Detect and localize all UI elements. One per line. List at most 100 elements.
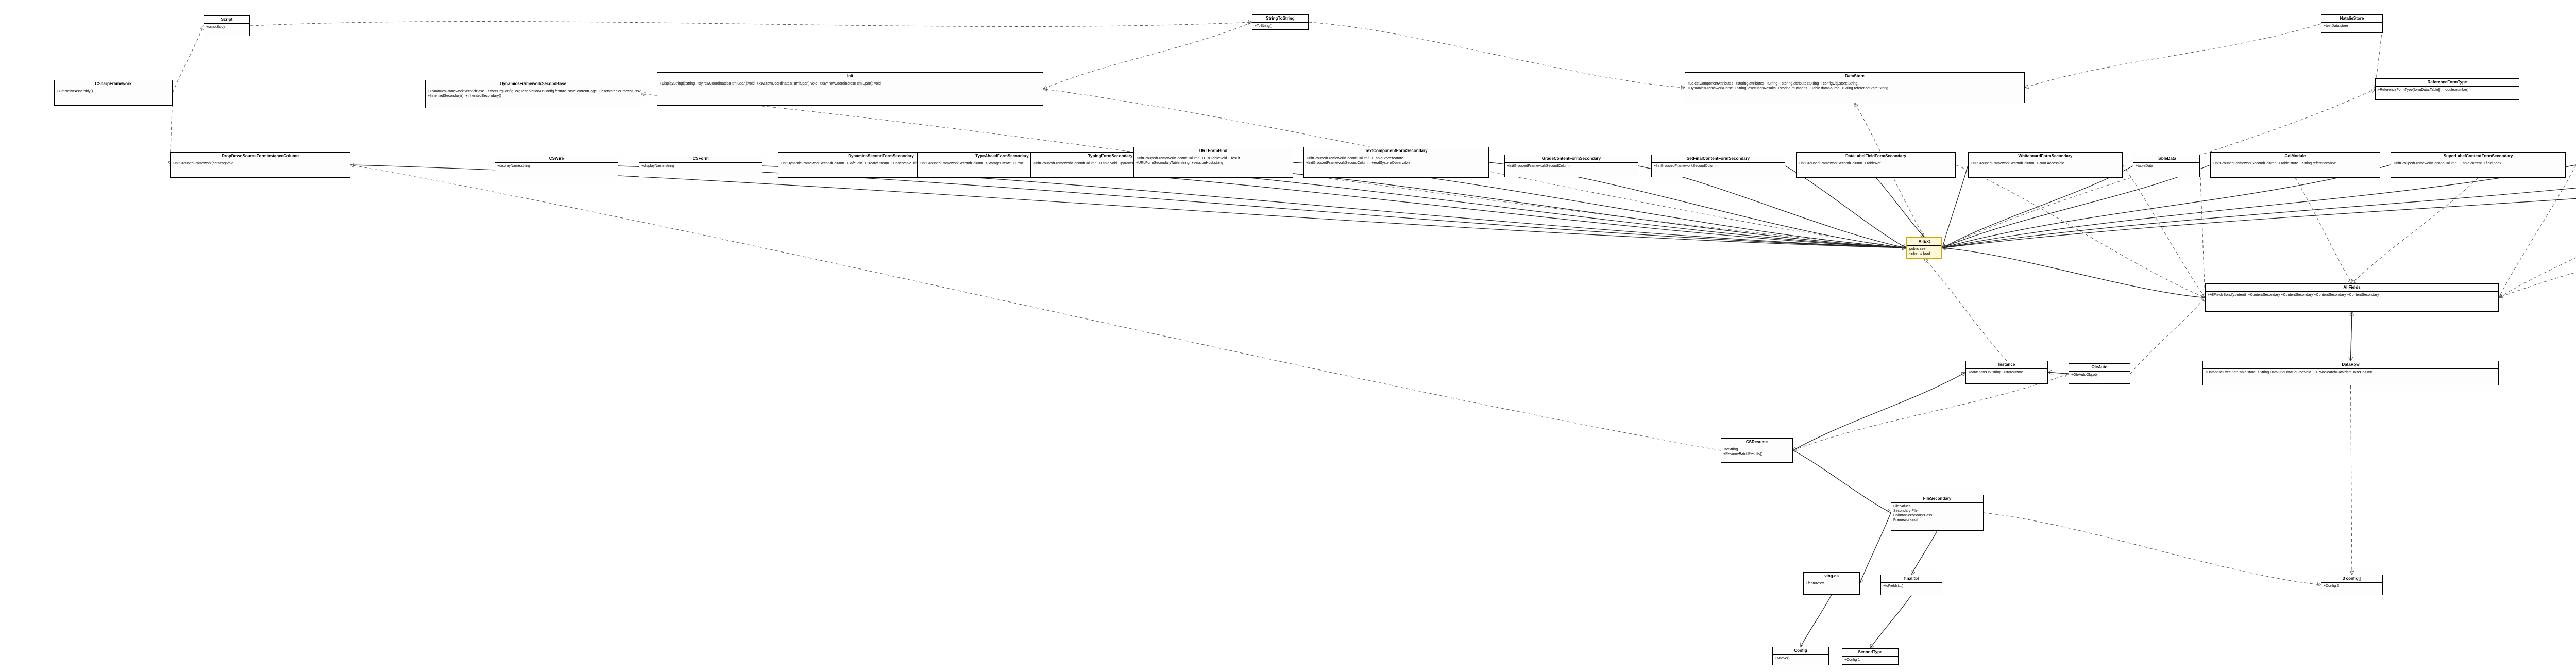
class-members: +DatabaseExecutor:Table.store +String.Da… [2203,369,2498,376]
uml-class-table-data[interactable]: TableData+tableData [2133,155,2200,177]
class-title: SuperLabelContentFormSecondary [2391,153,2565,160]
uml-class-setfinal-fi[interactable]: SetFinalContentFormSecondary+InitGrouped… [1651,155,1785,177]
class-members: +GetNativeAssembly() [55,88,172,95]
edge [2123,165,2205,298]
edge [1793,374,2069,450]
class-members: +ReferenceFormType(formData:Table[], mod… [2376,87,2519,93]
uml-class-text-comp-fi[interactable]: TextComponentFormSecondary+InitGroupedFr… [1303,147,1489,178]
edge-layer [0,0,2576,672]
edge [1870,595,1911,648]
uml-class-instance[interactable]: Instance+dataStoreObj:string +storeName [1965,361,2048,384]
class-title: ColModule [2211,153,2380,160]
edge [1793,450,1891,513]
class-title: OleAuto [2069,364,2130,372]
class-title: SetFinalContentFormSecondary [1652,155,1785,163]
edge [2025,24,2321,88]
uml-class-grade-fi[interactable]: GradeContentFormSecondary+InitGroupedFra… [1504,155,1638,177]
edge [1942,166,2133,248]
class-members: +ToString() [1252,23,1308,29]
edge [1309,22,1685,88]
class-members: +feature:ex [1804,580,1859,587]
uml-class-dynamics-framework[interactable]: DynamicsFrameworkSecondBase+DynamicsFram… [425,80,641,108]
edge [250,22,1252,27]
uml-class-datastore[interactable]: DataStore+SelectComponentAttributes +sto… [1685,72,2025,103]
edge [1876,178,1924,237]
class-title: CSForm [639,155,762,163]
uml-class-datalabel-fi[interactable]: DataLabelFieldFormSecondary+InitGroupedF… [1796,152,1956,178]
class-title: DropDownSourceFormInstanceColumn [171,153,350,160]
uml-class-superlabel-fi[interactable]: SuperLabelContentFormSecondary+InitGroup… [2391,152,2566,178]
uml-class-final-tbl[interactable]: final.tbl+toFields(...) [1880,575,1942,595]
class-title: FileSecondary [1891,495,1983,503]
uml-class-init[interactable]: Init+DisplayString():string +xy.rawCoord… [657,72,1043,106]
edge [2295,178,2352,283]
uml-class-helper1[interactable]: ving.cs+feature:ex [1803,572,1860,595]
edge [2352,178,2478,283]
edge [1638,166,1906,248]
class-title: Init [657,73,1043,80]
edge [762,166,1906,248]
uml-class-allfields[interactable]: AllFields+AllFieldsBond(content) +Conten… [2205,283,2499,312]
uml-class-whiteboard-fi[interactable]: WhiteboardFormSecondary+InitGroupedFrame… [1968,152,2123,178]
class-title: final.tbl [1881,575,1942,583]
uml-class-bottom-left[interactable]: Config+Native() [1772,647,1829,665]
class-title: WhiteboardFormSecondary [1969,153,2122,160]
class-members: +displayName:string [495,163,618,170]
class-members: +Config 3 [2321,583,2382,590]
edge [1043,22,1252,89]
class-members: +tableData [2133,163,2199,170]
class-title: CSWire [495,155,618,163]
class-title: DynamicsFrameworkSecondBase [426,80,641,88]
edge [173,26,204,93]
uml-class-topleft[interactable]: Script+scriptBody [204,15,250,36]
uml-class-csharp-framework[interactable]: CSharpFramework+GetNativeAssembly() [54,80,173,106]
class-title: Config [1773,647,1828,655]
class-title: ReferenceFormType [2376,79,2519,87]
edge [1860,513,1891,583]
class-title: GradeContentFormSecondary [1505,155,1638,163]
uml-class-topcfg[interactable]: 3 config[]+Config 3 [2321,575,2383,595]
class-title: 3 config[] [2321,575,2382,583]
edge [2351,312,2352,361]
edge [618,166,1906,248]
edge [2499,165,2576,298]
edge [1942,248,2205,298]
edge [2351,312,2352,361]
class-title: CSResume [1721,439,1792,446]
class-members: +SelectComponentAttributes +storing.attr… [1685,80,2024,92]
class-title: TextComponentFormSecondary [1304,147,1488,155]
class-title: SecondType [1842,649,1898,657]
class-members: File:values Secondary:File ColumnSeconda… [1891,503,1983,524]
class-members: +toString +ResumeBatchResults() [1721,446,1792,458]
uml-class-col-module[interactable]: ColModule+InitGroupedFrameworkSecondColu… [2210,152,2380,178]
uml-class-file-batch-res[interactable]: FileSecondaryFile:values Secondary:File … [1891,495,1984,531]
class-members: +testData:store [2321,23,2382,29]
class-title: AllExt [1907,238,1941,246]
class-title: NatalieStore [2321,15,2382,23]
uml-class-natalie[interactable]: NatalieStore+testData:store [2321,14,2383,33]
uml-class-dropdown-fi[interactable]: DropDownSourceFormInstanceColumn+InitGro… [170,152,350,178]
edge [1956,165,2205,298]
uml-class-reference-form[interactable]: ReferenceFormType+ReferenceFormType(form… [2375,78,2519,100]
uml-class-all-ext[interactable]: AllExtpublic see -inherits bool [1906,237,1942,259]
uml-class-bottom-helper[interactable]: SecondType+Config 1 [1842,648,1899,665]
uml-class-ole-auto[interactable]: OleAuto+OleAutoObj.obj [2069,363,2130,384]
uml-class-url-form[interactable]: URLFormBind+InitGroupedFrameworkSecondCo… [1133,147,1293,178]
uml-class-cs-form[interactable]: CSForm+displayName:string [639,155,762,177]
class-members: +InitGroupedFrameworkSecondColumn +Table… [2211,160,2380,167]
class-title: Instance [1966,361,2047,369]
class-members: +InitGroupedFrameworkSecondColumn +URLTa… [1134,155,1293,166]
uml-class-big-row[interactable]: DataRow+DatabaseExecutor:Table.store +St… [2202,361,2499,385]
class-members: +InitGroupedFrameworkSecondColumn [1652,163,1785,170]
edge [1911,531,1937,575]
uml-class-cs-wire[interactable]: CSWire+displayName:string [495,155,618,177]
class-title: DataRow [2203,361,2498,369]
edge [1793,373,1965,451]
edge [1785,166,1906,248]
uml-class-cs-resume[interactable]: CSResume+toString +ResumeBatchResults() [1721,438,1793,463]
class-members: +OleAutoObj.obj [2069,372,2130,378]
edge [2048,372,2069,374]
uml-class-string-tostring[interactable]: StringToString+ToString() [1252,14,1309,30]
class-members: +InitGroupedFrameworkSecondColumn +Table… [1304,155,1488,166]
class-members: +dataStoreObj:string +storeName [1966,369,2047,376]
